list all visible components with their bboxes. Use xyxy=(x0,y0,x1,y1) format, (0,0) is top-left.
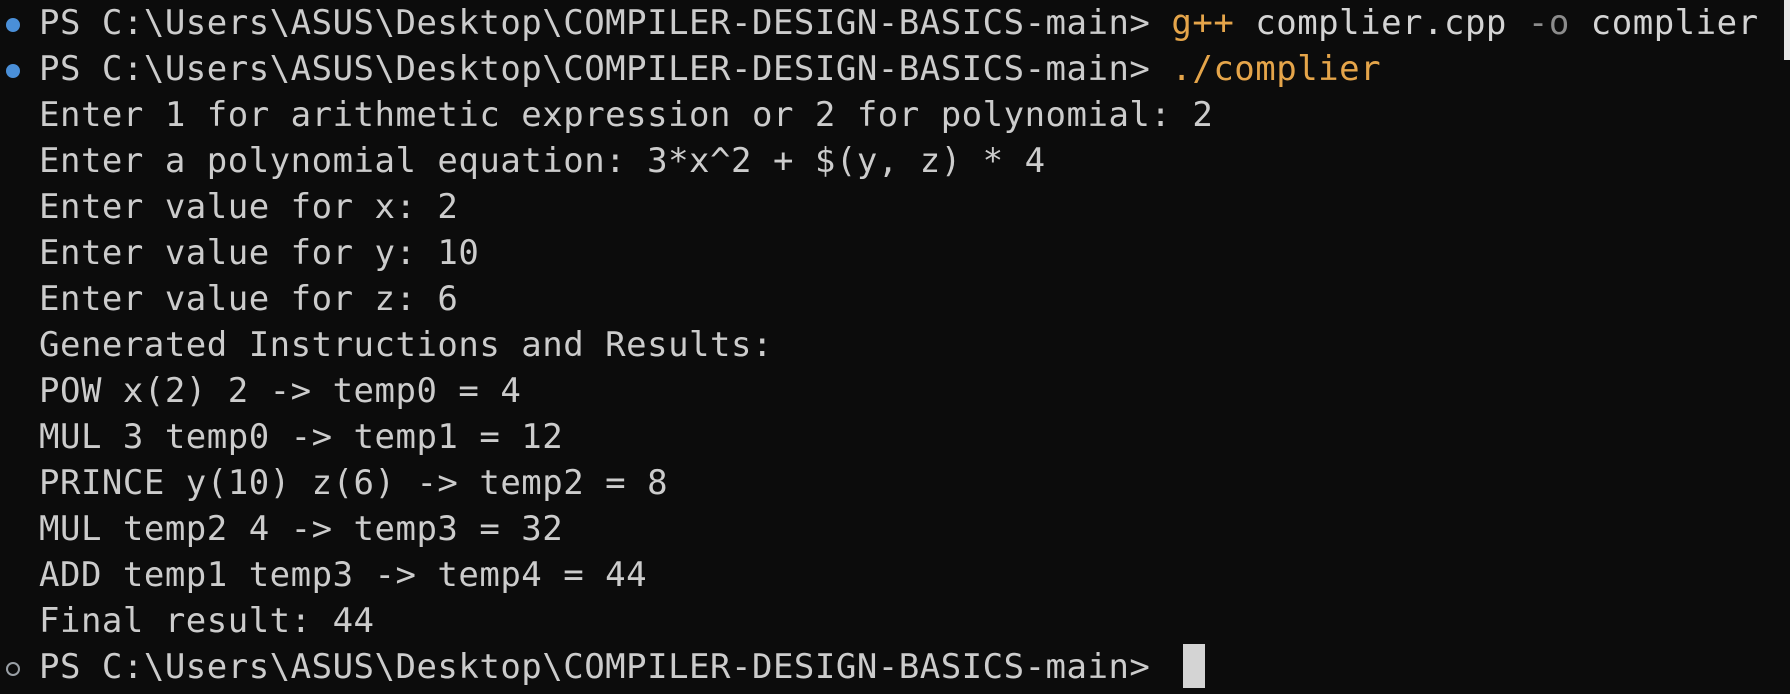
command-name: g++ xyxy=(1171,3,1235,43)
output-line: MUL 3 temp0 -> temp1 = 12 xyxy=(39,417,564,457)
output-line: MUL temp2 4 -> temp3 = 32 xyxy=(39,509,564,549)
output-line: ADD temp1 temp3 -> temp4 = 44 xyxy=(39,555,648,595)
output-line: Generated Instructions and Results: xyxy=(39,325,773,365)
command-pending-marker[interactable] xyxy=(6,662,20,676)
output-line: Enter value for z: 6 xyxy=(39,279,459,319)
command-args: complier xyxy=(1569,3,1759,43)
output-line: Enter a polynomial equation: 3*x^2 + $(y… xyxy=(39,141,1046,181)
output-line: PRINCE y(10) z(6) -> temp2 = 8 xyxy=(39,463,669,503)
prompt: PS C:\Users\ASUS\Desktop\COMPILER-DESIGN… xyxy=(39,49,1172,89)
prompt: PS C:\Users\ASUS\Desktop\COMPILER-DESIGN… xyxy=(39,3,1172,43)
prompt: PS C:\Users\ASUS\Desktop\COMPILER-DESIGN… xyxy=(39,647,1172,687)
output-line: POW x(2) 2 -> temp0 = 4 xyxy=(39,371,522,411)
command-name: ./complier xyxy=(1171,49,1382,89)
output-line: Final result: 44 xyxy=(39,601,375,641)
terminal-output[interactable]: PS C:\Users\ASUS\Desktop\COMPILER-DESIGN… xyxy=(0,0,1790,694)
command-flag: -o xyxy=(1527,3,1570,43)
command-args: complier.cpp xyxy=(1234,3,1528,43)
command-success-marker[interactable] xyxy=(6,18,20,32)
command-success-marker[interactable] xyxy=(6,64,20,78)
terminal-cursor xyxy=(1183,644,1206,688)
terminal-line-compile: PS C:\Users\ASUS\Desktop\COMPILER-DESIGN… xyxy=(39,0,1759,46)
output-line: Enter value for y: 10 xyxy=(39,233,480,273)
output-line: Enter 1 for arithmetic expression or 2 f… xyxy=(39,95,1214,135)
terminal-line-prompt[interactable]: PS C:\Users\ASUS\Desktop\COMPILER-DESIGN… xyxy=(39,644,1206,690)
output-line: Enter value for x: 2 xyxy=(39,187,459,227)
terminal-line-run: PS C:\Users\ASUS\Desktop\COMPILER-DESIGN… xyxy=(39,46,1381,92)
scrollbar-thumb[interactable] xyxy=(1784,0,1790,60)
